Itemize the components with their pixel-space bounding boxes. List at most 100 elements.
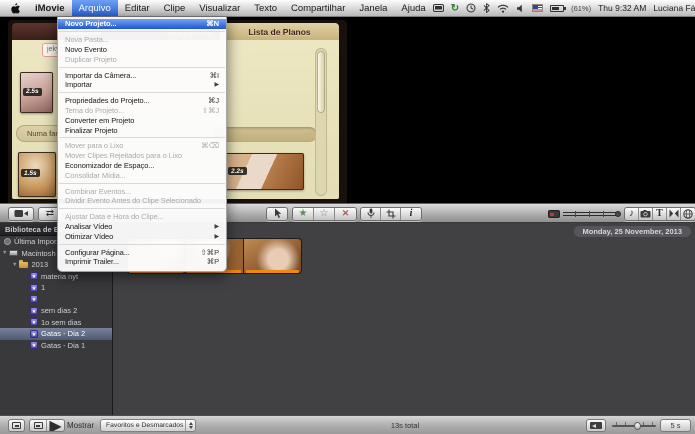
file-menu-item: Ajustar Data e Hora do Clipe...	[58, 212, 226, 222]
playback-buttons: ▶	[29, 419, 65, 432]
menubar-item-texto[interactable]: Texto	[247, 0, 284, 16]
event-library-row[interactable]: ★	[0, 294, 112, 306]
menu-item-label: Novo Projeto...	[65, 19, 116, 28]
event-library-row[interactable]: ★1	[0, 282, 112, 294]
menubar-clock[interactable]: Thu 9:32 AM	[598, 3, 646, 13]
menubar-menus: iMovieArquivoEditarClipeVisualizarTextoC…	[28, 0, 433, 16]
folder-icon	[19, 262, 28, 268]
monitor-icon	[34, 422, 43, 429]
sync-icon[interactable]: ↻	[451, 3, 459, 14]
clip-duration-badge: 1.5s	[21, 169, 40, 177]
file-menu-item[interactable]: Analisar Vídeo▶	[58, 222, 226, 232]
menu-item-label: Duplicar Projeto	[65, 55, 117, 64]
voiceover-microphone-button[interactable]	[361, 208, 381, 220]
battery-icon[interactable]	[550, 5, 564, 12]
file-menu-item[interactable]: Economizador de Espaço...	[58, 161, 226, 171]
menubar-item-ajuda[interactable]: Ajuda	[394, 0, 432, 16]
menu-separator	[59, 67, 225, 68]
music-browser-button[interactable]: ♪	[625, 208, 639, 220]
clock-icon[interactable]	[466, 3, 476, 13]
tab-lista-de-planos[interactable]: Lista de Planos	[220, 23, 339, 40]
menubar-item-arquivo[interactable]: Arquivo	[72, 0, 118, 16]
storyboard-clip-thumbnail[interactable]: 2.5s	[20, 72, 53, 113]
event-label: Última Impor...	[14, 237, 62, 246]
file-menu-item[interactable]: Otimizar Vídeo▶	[58, 231, 226, 241]
menu-separator	[59, 31, 225, 32]
event-library-row[interactable]: ★Gatas - Dia 2	[0, 328, 112, 340]
play-button[interactable]: ▶	[47, 420, 64, 431]
menu-item-label: Dividir Evento Antes do Clipe Selecionad…	[65, 196, 201, 205]
user-switch-menu[interactable]: Luciana Fávero	[653, 3, 695, 13]
file-menu-item[interactable]: Novo Projeto...⌘N	[58, 19, 226, 29]
browser-zoom-slider[interactable]	[563, 212, 619, 217]
inspector-button[interactable]: i	[401, 208, 421, 220]
menubar-item-visualizar[interactable]: Visualizar	[192, 0, 247, 16]
shot-list-scrollbar[interactable]	[315, 48, 327, 196]
shot-list-clip-thumbnail[interactable]: 2.2s	[225, 153, 304, 190]
import-camera-button[interactable]	[8, 207, 34, 221]
apple-menu-icon[interactable]	[0, 0, 28, 16]
unmark-button[interactable]: ☆	[314, 208, 335, 220]
file-menu-item[interactable]: Finalizar Projeto	[58, 125, 226, 135]
menu-bar: iMovieArquivoEditarClipeVisualizarTextoC…	[0, 0, 695, 17]
slider-thumb[interactable]	[615, 211, 621, 217]
event-library-row[interactable]: ★Gatas - Dia 1	[0, 340, 112, 352]
play-fullscreen-button[interactable]	[8, 419, 25, 432]
file-menu-item[interactable]: Configurar Página...⇧⌘P	[58, 247, 226, 257]
hand-tool-button[interactable]	[266, 207, 288, 221]
transitions-browser-button[interactable]	[667, 208, 681, 220]
menu-item-shortcut: ⇧⌘P	[201, 248, 220, 257]
thumbnail-duration-slider[interactable]	[612, 425, 656, 427]
disclosure-triangle-icon[interactable]: ▼	[2, 250, 7, 256]
event-library-row[interactable]: ★sem dias 2	[0, 305, 112, 317]
submenu-arrow-icon: ▶	[214, 233, 219, 240]
scrollbar-thumb[interactable]	[317, 51, 325, 113]
event-library-row[interactable]: ★materia nyt	[0, 271, 112, 283]
event-library-row[interactable]: ★1o sem dias	[0, 317, 112, 329]
reject-button[interactable]: ✕	[335, 208, 356, 220]
file-menu-item[interactable]: Importar▶	[58, 80, 226, 90]
menu-item-label: Importar da Câmera...	[65, 71, 136, 80]
file-menu-item[interactable]: Importar da Câmera...⌘I	[58, 70, 226, 80]
monitor-icon	[12, 422, 21, 429]
file-menu-item[interactable]: Converter em Projeto	[58, 115, 226, 125]
file-menu-item[interactable]: Imprimir Trailer...⌘P	[58, 257, 226, 267]
titles-browser-button[interactable]: T	[653, 208, 667, 220]
us-flag-icon[interactable]	[532, 4, 543, 12]
menu-item-label: Mover para o Lixo	[65, 141, 123, 150]
bluetooth-icon[interactable]	[483, 3, 490, 13]
disclosure-triangle-icon[interactable]: ▼	[12, 262, 17, 268]
thumbnail-size-icon	[548, 210, 560, 218]
menubar-item-compartilhar[interactable]: Compartilhar	[284, 0, 352, 16]
file-menu-item[interactable]: Novo Evento	[58, 45, 226, 55]
display-icon[interactable]	[433, 4, 444, 13]
file-menu-item: Combinar Eventos...	[58, 186, 226, 196]
event-label: 1	[41, 283, 45, 292]
event-icon: ★	[30, 341, 38, 349]
frames-per-thumbnail-button[interactable]	[586, 419, 606, 432]
menubar-item-imovie[interactable]: iMovie	[28, 0, 72, 16]
menubar-item-janela[interactable]: Janela	[352, 0, 394, 16]
event-clip-thumbnail[interactable]	[244, 239, 301, 273]
menubar-status: ↻ (61%) Thu 9:32 AM Luciana Fávero	[433, 0, 695, 16]
event-icon: ★	[30, 318, 38, 326]
crop-button[interactable]	[381, 208, 401, 220]
menu-item-label: Novo Evento	[65, 45, 107, 54]
menubar-item-clipe[interactable]: Clipe	[157, 0, 193, 16]
play-selection-button[interactable]	[30, 420, 47, 431]
bottom-bar: ▶ Mostrar Favoritos e Desmarcados 13s to…	[0, 415, 695, 434]
file-menu-item[interactable]: Propriedades do Projeto...⌘J	[58, 96, 226, 106]
storyboard-clip-thumbnail[interactable]: 1.5s	[18, 152, 56, 197]
favorite-button[interactable]: ★	[293, 208, 314, 220]
photos-browser-button[interactable]	[639, 208, 653, 220]
slider-thumb[interactable]	[634, 422, 641, 430]
volume-icon[interactable]	[516, 4, 525, 13]
maps-browser-button[interactable]	[681, 208, 695, 220]
dropdown-arrows-icon	[185, 420, 195, 431]
last-import-icon	[4, 238, 11, 245]
filter-dropdown[interactable]: Favoritos e Desmarcados	[100, 419, 196, 432]
menu-separator	[59, 92, 225, 93]
menu-separator	[59, 244, 225, 245]
wifi-icon[interactable]	[497, 4, 509, 13]
menubar-item-editar[interactable]: Editar	[118, 0, 157, 16]
